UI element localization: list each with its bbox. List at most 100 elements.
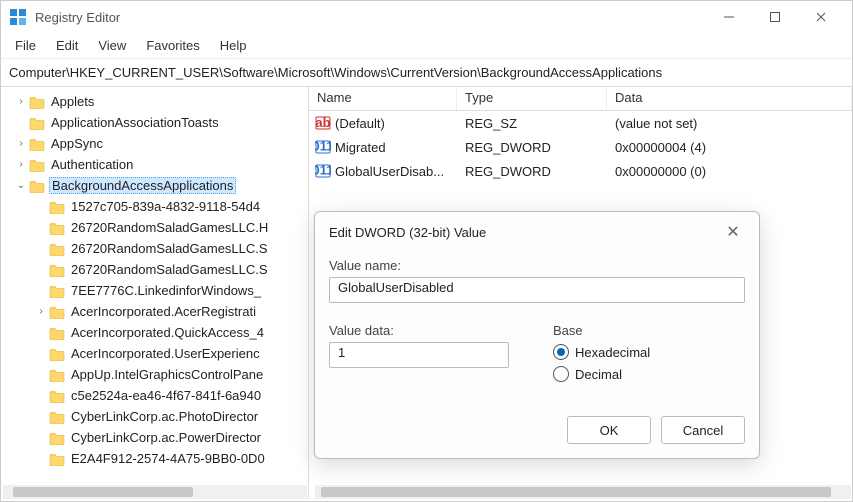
- tree-item-label: AcerIncorporated.QuickAccess_4: [69, 325, 266, 340]
- folder-icon: [49, 200, 65, 214]
- tree-item-label: CyberLinkCorp.ac.PhotoDirector: [69, 409, 260, 424]
- col-data[interactable]: Data: [607, 87, 852, 110]
- menu-favorites[interactable]: Favorites: [136, 36, 209, 55]
- radio-dec-icon: [553, 366, 569, 382]
- tree-item[interactable]: 1527c705-839a-4832-9118-54d4: [1, 196, 308, 217]
- value-data: 0x00000000 (0): [607, 164, 852, 179]
- tree-item-label: E2A4F912-2574-4A75-9BB0-0D0: [69, 451, 267, 466]
- value-type: REG_SZ: [457, 116, 607, 131]
- tree-item[interactable]: 26720RandomSaladGamesLLC.S: [1, 259, 308, 280]
- tree-item-label: Authentication: [49, 157, 135, 172]
- maximize-button[interactable]: [752, 1, 798, 33]
- tree-item[interactable]: ⌄ BackgroundAccessApplications: [1, 175, 308, 196]
- folder-icon: [49, 263, 65, 277]
- reg-dword-icon: 011: [315, 139, 331, 155]
- value-data: (value not set): [607, 116, 852, 131]
- tree-item[interactable]: c5e2524a-ea46-4f67-841f-6a940: [1, 385, 308, 406]
- tree-item-label: ApplicationAssociationToasts: [49, 115, 221, 130]
- folder-icon: [29, 137, 45, 151]
- menu-edit[interactable]: Edit: [46, 36, 88, 55]
- chevron-right-icon[interactable]: ›: [13, 96, 29, 107]
- radio-dec-label: Decimal: [575, 367, 622, 382]
- menu-help[interactable]: Help: [210, 36, 257, 55]
- tree-item[interactable]: › AcerIncorporated.AcerRegistrati: [1, 301, 308, 322]
- tree-item[interactable]: › Authentication: [1, 154, 308, 175]
- tree-item[interactable]: AppUp.IntelGraphicsControlPane: [1, 364, 308, 385]
- tree-item[interactable]: AcerIncorporated.UserExperienc: [1, 343, 308, 364]
- titlebar: Registry Editor: [1, 1, 852, 33]
- folder-icon: [49, 347, 65, 361]
- tree-item[interactable]: ›AppSync: [1, 133, 308, 154]
- dialog-title: Edit DWORD (32-bit) Value: [329, 225, 486, 240]
- tree-item-label: AcerIncorporated.AcerRegistrati: [69, 304, 258, 319]
- chevron-right-icon[interactable]: ›: [13, 138, 29, 149]
- minimize-button[interactable]: [706, 1, 752, 33]
- tree-item-label: 26720RandomSaladGamesLLC.S: [69, 262, 270, 277]
- folder-icon: [49, 389, 65, 403]
- tree-item-label: Applets: [49, 94, 96, 109]
- tree-item[interactable]: CyberLinkCorp.ac.PowerDirector: [1, 427, 308, 448]
- values-list: ab(Default)REG_SZ(value not set)011Migra…: [309, 111, 852, 183]
- value-data-input[interactable]: 1: [329, 342, 509, 368]
- tree-item-label: BackgroundAccessApplications: [49, 177, 236, 194]
- folder-icon: [49, 431, 65, 445]
- col-name[interactable]: Name: [309, 87, 457, 110]
- tree-item[interactable]: AcerIncorporated.QuickAccess_4: [1, 322, 308, 343]
- tree-item[interactable]: CyberLinkCorp.ac.PhotoDirector: [1, 406, 308, 427]
- base-fieldset: Base Hexadecimal Decimal: [553, 317, 745, 388]
- edit-dword-dialog: Edit DWORD (32-bit) Value ✕ Value name: …: [314, 211, 760, 459]
- value-row[interactable]: ab(Default)REG_SZ(value not set): [309, 111, 852, 135]
- address-bar[interactable]: Computer\HKEY_CURRENT_USER\Software\Micr…: [1, 59, 852, 87]
- radio-hexadecimal[interactable]: Hexadecimal: [553, 344, 745, 360]
- ok-button[interactable]: OK: [567, 416, 651, 444]
- menu-file[interactable]: File: [5, 36, 46, 55]
- menu-view[interactable]: View: [88, 36, 136, 55]
- dialog-footer: OK Cancel: [315, 402, 759, 458]
- values-scrollbar[interactable]: [315, 485, 851, 499]
- folder-icon: [49, 452, 65, 466]
- value-type: REG_DWORD: [457, 140, 607, 155]
- tree-item-label: AcerIncorporated.UserExperienc: [69, 346, 262, 361]
- reg-sz-icon: ab: [315, 115, 331, 131]
- radio-decimal[interactable]: Decimal: [553, 366, 745, 382]
- tree-item[interactable]: 7EE7776C.LinkedinforWindows_: [1, 280, 308, 301]
- folder-icon: [49, 221, 65, 235]
- window-title: Registry Editor: [35, 10, 706, 25]
- value-row[interactable]: 011GlobalUserDisab...REG_DWORD0x00000000…: [309, 159, 852, 183]
- radio-hex-icon: [553, 344, 569, 360]
- value-name-field[interactable]: GlobalUserDisabled: [329, 277, 745, 303]
- tree-item[interactable]: ApplicationAssociationToasts: [1, 112, 308, 133]
- value-name: GlobalUserDisab...: [335, 164, 444, 179]
- chevron-right-icon[interactable]: ›: [33, 306, 49, 317]
- tree-pane[interactable]: ›AppletsApplicationAssociationToasts›App…: [1, 87, 309, 499]
- tree-item-label: AppUp.IntelGraphicsControlPane: [69, 367, 265, 382]
- svg-text:011: 011: [315, 163, 331, 178]
- tree-item[interactable]: 26720RandomSaladGamesLLC.H: [1, 217, 308, 238]
- reg-dword-icon: 011: [315, 163, 331, 179]
- col-type[interactable]: Type: [457, 87, 607, 110]
- column-headers: Name Type Data: [309, 87, 852, 111]
- tree-item[interactable]: › Applets: [1, 91, 308, 112]
- folder-icon: [29, 116, 45, 130]
- folder-icon: [29, 179, 45, 193]
- dialog-close-button[interactable]: ✕: [721, 222, 745, 242]
- folder-icon: [49, 305, 65, 319]
- tree-item[interactable]: 26720RandomSaladGamesLLC.S: [1, 238, 308, 259]
- window-controls: [706, 1, 844, 33]
- value-row[interactable]: 011MigratedREG_DWORD0x00000004 (4): [309, 135, 852, 159]
- chevron-right-icon[interactable]: ›: [13, 159, 29, 170]
- tree-item[interactable]: E2A4F912-2574-4A75-9BB0-0D0: [1, 448, 308, 469]
- cancel-button[interactable]: Cancel: [661, 416, 745, 444]
- close-button[interactable]: [798, 1, 844, 33]
- base-label: Base: [553, 323, 745, 338]
- folder-icon: [29, 158, 45, 172]
- tree-item-label: c5e2524a-ea46-4f67-841f-6a940: [69, 388, 263, 403]
- chevron-down-icon[interactable]: ⌄: [13, 180, 29, 191]
- folder-icon: [29, 95, 45, 109]
- tree-scrollbar[interactable]: [3, 485, 307, 499]
- value-data: 0x00000004 (4): [607, 140, 852, 155]
- value-data-label: Value data:: [329, 323, 529, 338]
- radio-hex-label: Hexadecimal: [575, 345, 650, 360]
- menubar: File Edit View Favorites Help: [1, 33, 852, 59]
- folder-icon: [49, 368, 65, 382]
